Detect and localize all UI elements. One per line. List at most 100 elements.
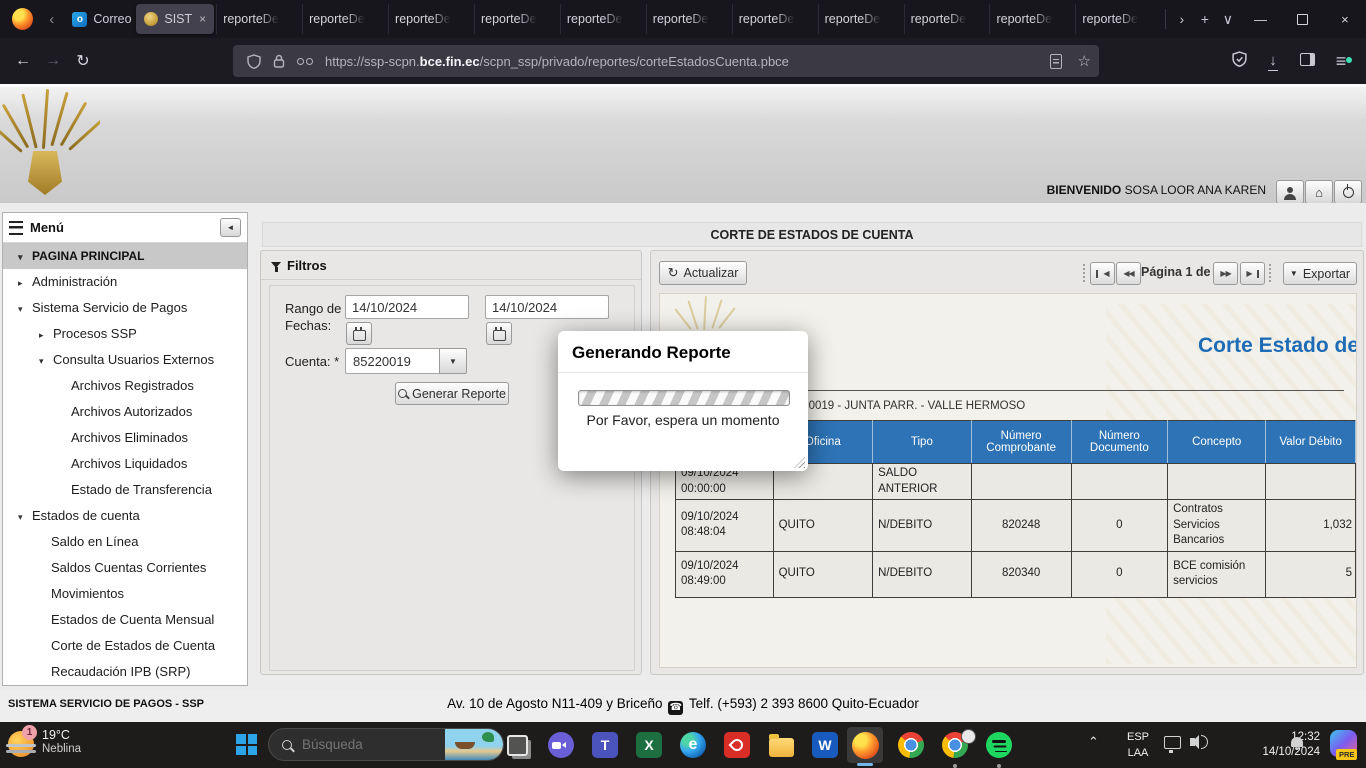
- reader-view-icon[interactable]: [1050, 54, 1062, 69]
- firefox-logo-icon[interactable]: [12, 8, 33, 30]
- windows-taskbar: 1 19°C Neblina T X e W ⌃ ESP LAA: [0, 722, 1366, 768]
- last-page-button[interactable]: ▶: [1240, 262, 1265, 285]
- account-combobox[interactable]: 85220019 ▼: [345, 348, 467, 374]
- tab-reporte[interactable]: reporteDet: [388, 4, 474, 34]
- sidebar-toggle-icon[interactable]: [1290, 53, 1324, 70]
- resize-handle[interactable]: [794, 457, 805, 468]
- generate-report-button[interactable]: Generar Reporte: [395, 382, 509, 405]
- sidebar-item-corte-de-estados-de-cuenta[interactable]: Corte de Estados de Cuenta: [3, 633, 247, 659]
- account-value[interactable]: 85220019: [345, 348, 439, 374]
- permissions-icon[interactable]: [297, 57, 313, 65]
- next-page-button[interactable]: ▶▶: [1213, 262, 1238, 285]
- sidebar-item-procesos-ssp[interactable]: ▸Procesos SSP: [3, 321, 247, 347]
- tab-reporte[interactable]: reporteDet: [1075, 4, 1161, 34]
- tab-reporte[interactable]: reporteDet: [474, 4, 560, 34]
- bookmark-star-icon[interactable]: ☆: [1078, 52, 1091, 70]
- spotify-app-icon[interactable]: [986, 732, 1012, 758]
- acrobat-app-icon[interactable]: [724, 732, 750, 758]
- sidebar-item-archivos-registrados[interactable]: Archivos Registrados: [3, 373, 247, 399]
- back-button[interactable]: ←: [8, 52, 38, 70]
- window-maximize-button[interactable]: [1282, 0, 1324, 38]
- outlook-icon: [72, 12, 87, 27]
- menu-collapse-button[interactable]: ◄: [220, 218, 241, 237]
- tab-reporte[interactable]: reporteDet: [646, 4, 732, 34]
- sidebar-item-archivos-eliminados[interactable]: Archivos Eliminados: [3, 425, 247, 451]
- downloads-icon[interactable]: ←↓: [1256, 52, 1290, 71]
- url-bar[interactable]: https://ssp-scpn.bce.fin.ec/scpn_ssp/pri…: [233, 45, 1099, 77]
- url-text[interactable]: https://ssp-scpn.bce.fin.ec/scpn_ssp/pri…: [325, 54, 1044, 69]
- window-close-button[interactable]: ×: [1324, 0, 1366, 38]
- tray-expand-icon[interactable]: ⌃: [1088, 734, 1099, 750]
- tab-reporte[interactable]: reporteDet: [216, 4, 302, 34]
- volume-icon[interactable]: [1190, 738, 1195, 746]
- shield-icon[interactable]: [247, 54, 261, 69]
- word-app-icon[interactable]: W: [812, 732, 838, 758]
- menu-title: Menú: [30, 220, 220, 235]
- forward-button[interactable]: →: [38, 52, 68, 70]
- start-button[interactable]: [236, 734, 257, 755]
- taskbar-clock[interactable]: 12:32 14/10/2024: [1230, 730, 1320, 760]
- export-button[interactable]: ▼ Exportar: [1283, 262, 1357, 285]
- app-menu-icon[interactable]: ≡: [1324, 51, 1358, 72]
- reload-button[interactable]: ↻: [68, 51, 98, 71]
- excel-app-icon[interactable]: X: [636, 732, 662, 758]
- window-minimize-button[interactable]: —: [1239, 0, 1281, 38]
- tab-scroll-right-icon[interactable]: ›: [1170, 7, 1193, 31]
- sidebar-item-movimientos[interactable]: Movimientos: [3, 581, 247, 607]
- tab-reporte[interactable]: reporteDet: [818, 4, 904, 34]
- home-button[interactable]: ⌂: [1305, 180, 1333, 204]
- sidebar-item-estado-de-transferencia[interactable]: Estado de Transferencia: [3, 477, 247, 503]
- edge-app-icon[interactable]: e: [680, 732, 706, 758]
- tab-reporte[interactable]: reporteDet: [989, 4, 1075, 34]
- sidebar-item-recaudacion-ipb[interactable]: Recaudación IPB (SRP): [3, 659, 247, 685]
- tab-reporte[interactable]: reporteDet: [560, 4, 646, 34]
- first-page-button[interactable]: ◀: [1090, 262, 1115, 285]
- protections-shield-icon[interactable]: [1222, 51, 1256, 71]
- teams-app-icon[interactable]: T: [592, 732, 618, 758]
- sidebar-item-consulta-usuarios-externos[interactable]: ▾Consulta Usuarios Externos: [3, 347, 247, 373]
- meet-app-icon[interactable]: [548, 732, 574, 758]
- lock-icon[interactable]: [273, 54, 285, 68]
- tab-active-sistema[interactable]: SIST ×: [136, 4, 214, 34]
- weather-icon: 1: [8, 731, 34, 757]
- chrome-profile-badge: [962, 730, 975, 743]
- sidebar-item-archivos-autorizados[interactable]: Archivos Autorizados: [3, 399, 247, 425]
- tab-reporte[interactable]: reporteDet: [302, 4, 388, 34]
- file-explorer-icon[interactable]: [768, 732, 794, 758]
- sidebar-item-estados-de-cuenta[interactable]: ▾Estados de cuenta: [3, 503, 247, 529]
- task-view-button[interactable]: [504, 732, 530, 758]
- previous-page-button[interactable]: ◀◀: [1116, 262, 1141, 285]
- refresh-button[interactable]: ↻ Actualizar: [659, 261, 747, 285]
- weather-desc: Neblina: [42, 742, 81, 756]
- tab-reporte[interactable]: reporteDet: [904, 4, 990, 34]
- taskbar-search[interactable]: [268, 728, 504, 761]
- firefox-taskbar-active[interactable]: [847, 727, 883, 763]
- tab-overflow-left-icon[interactable]: ‹: [43, 11, 60, 28]
- date-to-calendar-button[interactable]: [486, 322, 512, 345]
- dialog-message: Por Favor, espera un momento: [558, 412, 808, 428]
- language-switcher[interactable]: ESP LAA: [1121, 729, 1155, 761]
- date-from-calendar-button[interactable]: [346, 322, 372, 345]
- sidebar-item-archivos-liquidados[interactable]: Archivos Liquidados: [3, 451, 247, 477]
- chrome-app-icon[interactable]: [898, 732, 924, 758]
- new-tab-button[interactable]: +: [1193, 7, 1216, 31]
- list-tabs-icon[interactable]: ∨: [1216, 7, 1239, 31]
- tab-close-icon[interactable]: ×: [199, 12, 206, 26]
- sidebar-item-sistema-servicio-pagos[interactable]: ▾Sistema Servicio de Pagos: [3, 295, 247, 321]
- profile-button[interactable]: [1276, 180, 1304, 204]
- date-from-input[interactable]: [345, 295, 469, 319]
- search-input[interactable]: [300, 736, 445, 753]
- sidebar-item-saldos-cuentas-corrientes[interactable]: Saldos Cuentas Corrientes: [3, 555, 247, 581]
- sidebar-item-estados-de-cuenta-mensual[interactable]: Estados de Cuenta Mensual: [3, 607, 247, 633]
- notifications-bell-icon[interactable]: [1291, 737, 1303, 747]
- sidebar-item-saldo-en-linea[interactable]: Saldo en Línea: [3, 529, 247, 555]
- date-to-input[interactable]: [485, 295, 609, 319]
- sidebar-item-pagina-principal[interactable]: ▾PAGINA PRINCIPAL: [3, 243, 247, 269]
- combo-dropdown-icon[interactable]: ▼: [439, 348, 467, 374]
- tab-reporte[interactable]: reporteDet: [732, 4, 818, 34]
- tab-outlook[interactable]: Correo: [64, 4, 134, 34]
- sidebar-item-administracion[interactable]: ▸Administración: [3, 269, 247, 295]
- logout-button[interactable]: [1334, 180, 1362, 204]
- network-icon[interactable]: [1164, 736, 1181, 749]
- weather-widget[interactable]: 1 19°C Neblina: [8, 727, 81, 757]
